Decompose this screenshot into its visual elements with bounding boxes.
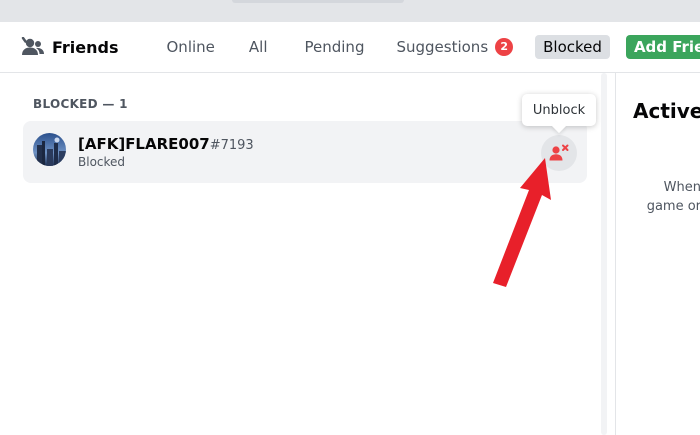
- tab-pending-label: Pending: [304, 38, 365, 56]
- window-top-strip: [0, 0, 700, 22]
- tab-online-label: Online: [166, 38, 215, 56]
- active-now-title: Active: [633, 99, 700, 123]
- blocked-list-panel: BLOCKED — 1 [AFK]FLARE007#7193 Blocked: [0, 73, 615, 435]
- tab-online[interactable]: Online: [159, 35, 223, 59]
- tab-pending[interactable]: Pending: [297, 35, 373, 59]
- tab-blocked-label: Blocked: [543, 38, 602, 56]
- active-now-line-2: game or: [646, 199, 700, 214]
- tab-all[interactable]: All: [241, 35, 276, 59]
- friends-header: Friends Online All Pending Suggestions 2…: [0, 22, 700, 73]
- user-name-line: [AFK]FLARE007#7193: [78, 135, 254, 153]
- tab-suggestions-label: Suggestions: [396, 38, 489, 56]
- avatar-image: [33, 133, 66, 166]
- tab-suggestions[interactable]: Suggestions 2: [388, 35, 521, 59]
- discriminator: #7193: [209, 138, 254, 153]
- tab-all-label: All: [248, 38, 268, 56]
- top-notch: [232, 0, 404, 3]
- friends-title: Friends: [21, 37, 119, 57]
- active-now-panel: Active When game or: [615, 73, 700, 435]
- active-now-line-1: When: [663, 180, 700, 195]
- unblock-button[interactable]: [541, 135, 577, 171]
- tab-blocked[interactable]: Blocked: [535, 35, 610, 59]
- add-friend-button[interactable]: Add Friend: [625, 35, 700, 59]
- username: [AFK]FLARE007: [78, 135, 210, 153]
- blocked-user-row[interactable]: [AFK]FLARE007#7193 Blocked: [23, 121, 587, 183]
- friends-label: Friends: [52, 37, 119, 57]
- suggestions-count-badge: 2: [495, 38, 514, 56]
- blocked-count-heading: BLOCKED — 1: [33, 97, 128, 111]
- unblock-tooltip: Unblock: [522, 94, 596, 126]
- unblock-user-icon: [549, 144, 569, 161]
- active-now-description: When game or: [616, 178, 700, 216]
- friends-icon: [21, 37, 44, 55]
- scrollbar-track[interactable]: [601, 73, 607, 435]
- avatar[interactable]: [33, 133, 66, 166]
- user-status: Blocked: [78, 155, 126, 169]
